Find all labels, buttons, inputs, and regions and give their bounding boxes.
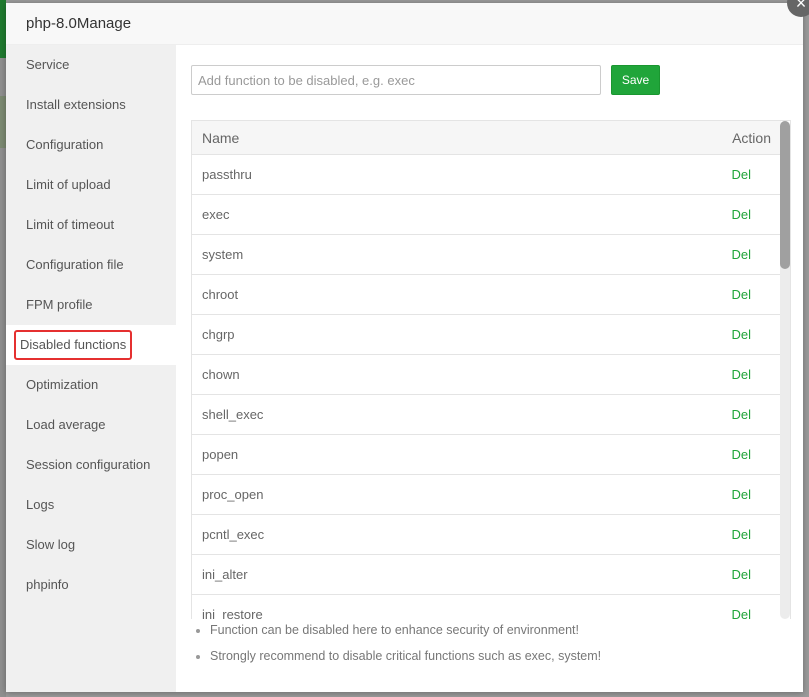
delete-link[interactable]: Del [731, 207, 751, 222]
sidebar-item-optimization[interactable]: Optimization [6, 365, 176, 405]
function-name: passthru [192, 154, 534, 195]
sidebar-item-label: phpinfo [26, 577, 69, 592]
sidebar-item-configuration-file[interactable]: Configuration file [6, 245, 176, 285]
tip-item: Strongly recommend to disable critical f… [210, 643, 601, 669]
table-row: popen Del [192, 434, 781, 475]
delete-link[interactable]: Del [731, 407, 751, 422]
sidebar-item-label: Limit of upload [26, 177, 111, 192]
sidebar-item-label: Service [26, 57, 70, 72]
add-function-form: Save [191, 65, 660, 95]
column-header-action: Action [533, 121, 781, 155]
table-row: passthru Del [192, 154, 781, 195]
sidebar-item-label: FPM profile [26, 297, 93, 312]
table-header-row: Name Action [192, 121, 781, 155]
sidebar-item-slow-log[interactable]: Slow log [6, 525, 176, 565]
delete-link[interactable]: Del [731, 247, 751, 262]
function-name: chgrp [192, 314, 534, 355]
sidebar-item-label: Load average [26, 417, 106, 432]
function-name: proc_open [192, 474, 534, 515]
function-name: ini_alter [192, 554, 534, 595]
close-icon: × [795, 0, 807, 13]
column-header-name: Name [192, 121, 534, 155]
function-name: chroot [192, 274, 534, 315]
save-button[interactable]: Save [611, 65, 660, 95]
function-name: popen [192, 434, 534, 475]
delete-link[interactable]: Del [731, 607, 751, 619]
sidebar-item-disabled-functions[interactable]: Disabled functions [6, 325, 176, 365]
sidebar-item-label: Configuration file [26, 257, 124, 272]
modal-title: php-8.0Manage [26, 15, 132, 32]
sidebar-item-label: Slow log [26, 537, 76, 552]
sidebar-item-phpinfo[interactable]: phpinfo [6, 565, 176, 605]
delete-link[interactable]: Del [731, 327, 751, 342]
disabled-functions-table: Name Action passthru Del exec Del system De… [191, 120, 791, 619]
sidebar-item-session-configuration[interactable]: Session configuration [6, 445, 176, 485]
function-name: ini_restore [192, 594, 534, 619]
sidebar: Service Install extensions Configuration… [6, 45, 176, 692]
sidebar-item-label: Optimization [26, 377, 99, 392]
modal-header: php-8.0Manage [6, 3, 803, 45]
disabled-functions-panel: Save Name Action passthru Del exec Del sys… [176, 45, 803, 692]
php-manage-modal: php-8.0Manage × Service Install extensio… [6, 0, 809, 692]
sidebar-item-limit-of-upload[interactable]: Limit of upload [6, 165, 176, 205]
sidebar-item-label: Session configuration [26, 457, 151, 472]
sidebar-item-load-average[interactable]: Load average [6, 405, 176, 445]
sidebar-item-label: Install extensions [26, 97, 126, 112]
table-row: proc_open Del [192, 474, 781, 515]
function-name: chown [192, 354, 534, 395]
table-row: pcntl_exec Del [192, 514, 781, 555]
sidebar-item-label: Configuration [26, 137, 104, 152]
delete-link[interactable]: Del [731, 447, 751, 462]
table-row: system Del [192, 234, 781, 275]
delete-link[interactable]: Del [731, 487, 751, 502]
function-name: system [192, 234, 534, 275]
sidebar-item-label: Limit of timeout [26, 217, 115, 232]
table-row: ini_restore Del [192, 594, 781, 619]
tip-item: Function can be disabled here to enhance… [210, 617, 601, 643]
delete-link[interactable]: Del [731, 527, 751, 542]
scrollbar-thumb[interactable] [780, 121, 790, 269]
sidebar-item-limit-of-timeout[interactable]: Limit of timeout [6, 205, 176, 245]
function-name: shell_exec [192, 394, 534, 435]
delete-link[interactable]: Del [731, 287, 751, 302]
function-name-input[interactable] [191, 65, 601, 95]
sidebar-item-configuration[interactable]: Configuration [6, 125, 176, 165]
sidebar-item-label: Disabled functions [14, 330, 133, 360]
tips-list: Function can be disabled here to enhance… [196, 617, 601, 669]
sidebar-item-install-extensions[interactable]: Install extensions [6, 85, 176, 125]
delete-link[interactable]: Del [731, 167, 751, 182]
table-row: chgrp Del [192, 314, 781, 355]
delete-link[interactable]: Del [731, 567, 751, 582]
delete-link[interactable]: Del [731, 367, 751, 382]
table-scrollbar[interactable] [780, 121, 790, 619]
table-row: shell_exec Del [192, 394, 781, 435]
table-row: exec Del [192, 194, 781, 235]
sidebar-item-label: Logs [26, 497, 55, 512]
sidebar-item-service[interactable]: Service [6, 45, 176, 85]
table-row: chroot Del [192, 274, 781, 315]
table-row: chown Del [192, 354, 781, 395]
sidebar-item-logs[interactable]: Logs [6, 485, 176, 525]
table-row: ini_alter Del [192, 554, 781, 595]
function-name: exec [192, 194, 534, 235]
sidebar-item-fpm-profile[interactable]: FPM profile [6, 285, 176, 325]
function-name: pcntl_exec [192, 514, 534, 555]
